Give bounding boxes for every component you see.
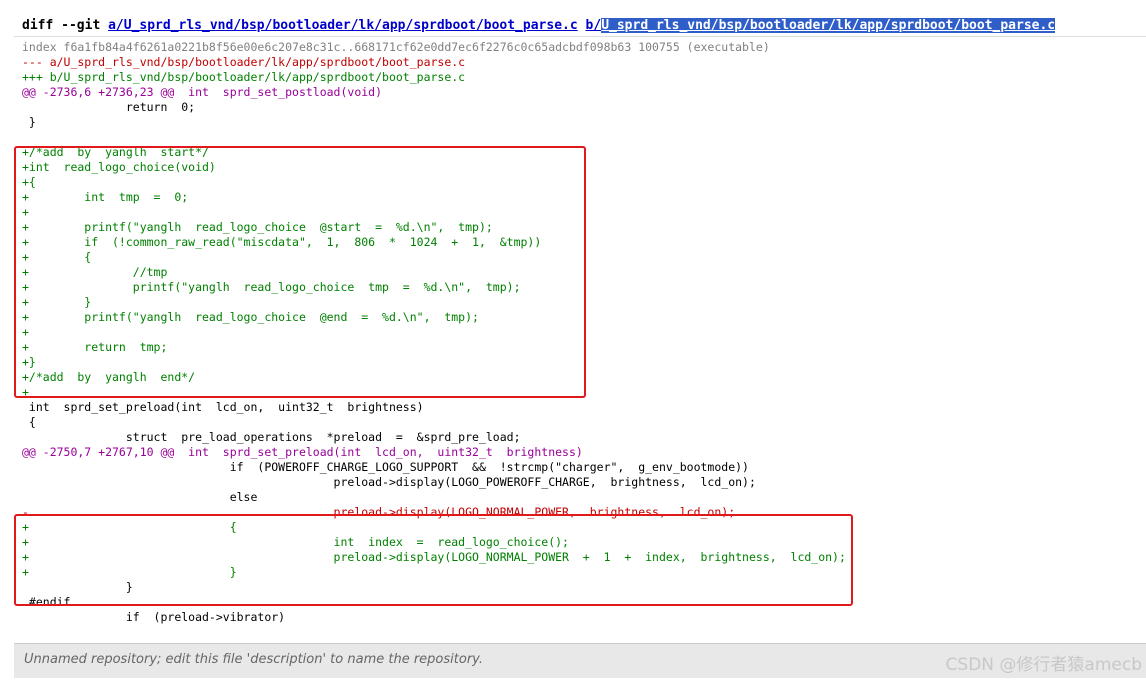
diff-line-chunk: @@ -2736,6 +2736,23 @@ int sprd_set_post… (22, 85, 383, 99)
diff-header: diff --git a/U_sprd_rls_vnd/bsp/bootload… (14, 14, 1146, 37)
watermark: CSDN @修行者猿amecb (945, 655, 1142, 675)
diff-line-ctx: if (POWEROFF_CHARGE_LOGO_SUPPORT && !str… (22, 460, 749, 474)
highlight-box-display-change (14, 514, 853, 606)
diff-line-chunk: @@ -2750,7 +2767,10 @@ int sprd_set_prel… (22, 445, 583, 459)
diff-line-ctx (22, 130, 29, 145)
path-b-prefix-link[interactable]: b/ (586, 18, 602, 33)
diff-line-ctx: int sprd_set_preload(int lcd_on, uint32_… (22, 400, 424, 414)
diff-line-plus-file: +++ b/U_sprd_rls_vnd/bsp/bootloader/lk/a… (22, 70, 466, 84)
diff-prefix: diff --git (22, 18, 109, 33)
path-a-link[interactable]: a/U_sprd_rls_vnd/bsp/bootloader/lk/app/s… (108, 18, 578, 33)
highlight-box-added-function (14, 146, 586, 398)
diff-line-ctx: struct pre_load_operations *preload = &s… (22, 430, 521, 444)
diff-line-ctx: else (22, 490, 258, 504)
diff-line-ctx: preload->display(LOGO_POWEROFF_CHARGE, b… (22, 475, 756, 489)
diff-line-ctx: } (22, 115, 36, 129)
repo-description: Unnamed repository; edit this file 'desc… (24, 652, 483, 667)
diff-title: diff --git a/U_sprd_rls_vnd/bsp/bootload… (22, 18, 1056, 33)
diff-line-ctx: if (preload->vibrator) (22, 610, 286, 624)
diff-line-ctx: { (22, 415, 36, 429)
path-b-link[interactable]: U_sprd_rls_vnd/bsp/bootloader/lk/app/spr… (601, 18, 1056, 33)
diff-line-minus-file: --- a/U_sprd_rls_vnd/bsp/bootloader/lk/a… (22, 55, 466, 69)
diff-line-ctx: return 0; (22, 100, 196, 114)
diff-line-meta: index f6a1fb84a4f6261a0221b8f56e00e6c207… (22, 40, 770, 54)
